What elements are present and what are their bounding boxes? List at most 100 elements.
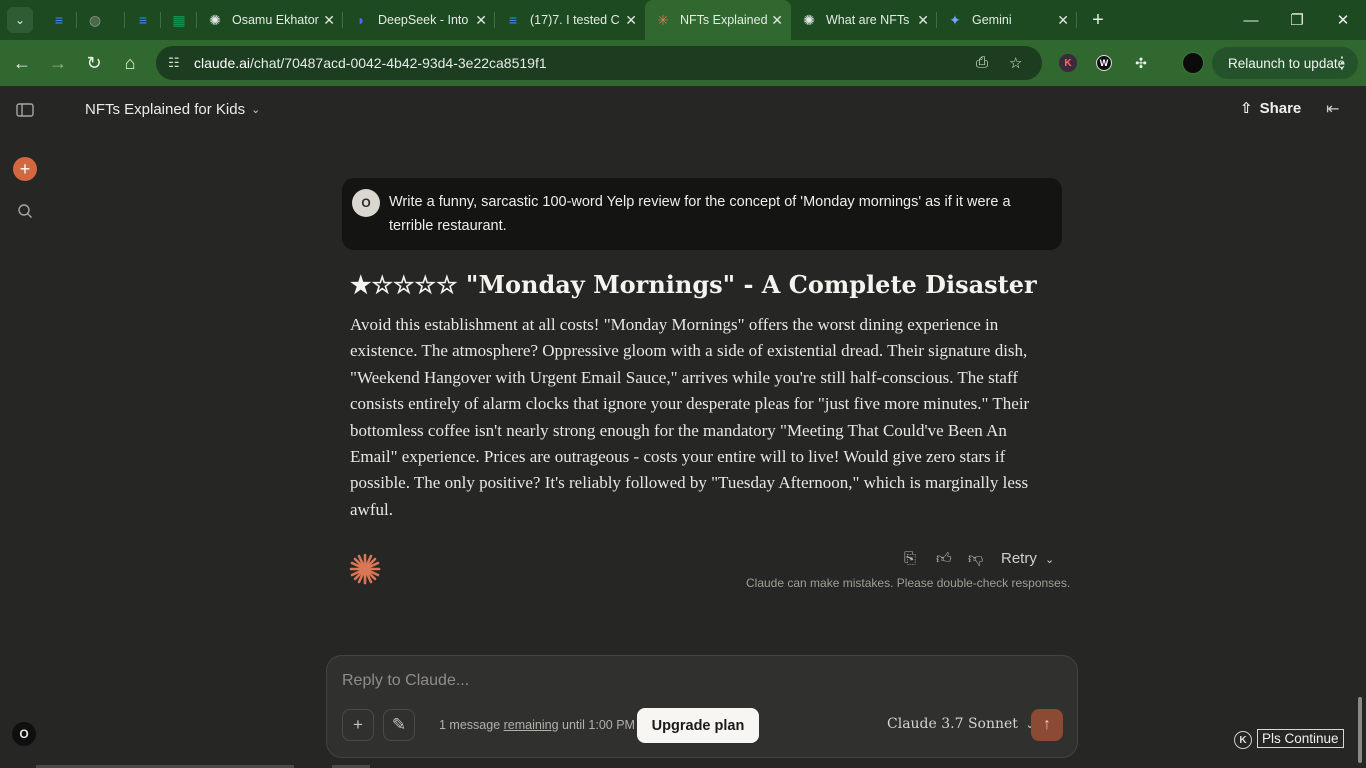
arrow-up-icon: ↑: [1043, 716, 1051, 733]
reply-input[interactable]: Reply to Claude...: [342, 672, 469, 690]
browser-tab[interactable]: ◗ DeepSeek - Into ✕: [343, 0, 495, 40]
plus-icon: +: [353, 715, 363, 734]
maximize-button[interactable]: ❐: [1274, 0, 1320, 40]
openai-icon: ✺: [209, 11, 221, 28]
profile-avatar-icon[interactable]: [1180, 50, 1206, 76]
home-icon: ⌂: [124, 52, 136, 73]
close-icon: ✕: [1336, 12, 1350, 29]
url-text[interactable]: claude.ai/chat/70487acd-0042-4b42-93d4-3…: [194, 55, 547, 71]
extension-w-icon[interactable]: W: [1091, 50, 1117, 76]
browser-tab[interactable]: ◍: [77, 0, 125, 40]
upgrade-plan-button[interactable]: Upgrade plan: [637, 708, 759, 743]
close-tab-icon[interactable]: ✕: [917, 12, 929, 29]
more-vert-icon: ⋮: [1334, 55, 1350, 72]
sidebar-toggle-button[interactable]: [12, 97, 38, 123]
new-chat-button[interactable]: +: [13, 157, 37, 181]
model-label: Claude 3.7 Sonnet: [887, 716, 1018, 732]
limit-suffix: until 1:00 PM: [562, 718, 635, 732]
chat-title: NFTs Explained for Kids: [85, 101, 246, 118]
browser-tab[interactable]: ≡ (17)7. I tested C ✕: [495, 0, 645, 40]
tab-search-button[interactable]: ⌄: [7, 7, 33, 33]
limit-prefix: 1 message: [439, 718, 501, 732]
share-button[interactable]: ⇧ Share: [1240, 99, 1302, 118]
arrow-left-icon: ←: [13, 52, 31, 73]
feather-icon: ✎: [391, 715, 407, 734]
bookmark-star-icon[interactable]: ☆: [1009, 54, 1022, 72]
browser-tab[interactable]: ≡: [41, 0, 77, 40]
user-message: O Write a funny, sarcastic 100-word Yelp…: [342, 178, 1062, 250]
close-tab-icon[interactable]: ✕: [1057, 12, 1069, 29]
close-window-button[interactable]: ✕: [1320, 0, 1366, 40]
attach-button[interactable]: +: [342, 709, 374, 741]
browser-tab[interactable]: ✦ Gemini ✕: [937, 0, 1077, 40]
home-button[interactable]: ⌂: [112, 45, 148, 81]
tab-title: NFTs Explained: [680, 13, 768, 27]
disclaimer-text: Claude can make mistakes. Please double-…: [746, 576, 1071, 590]
close-tab-icon[interactable]: ✕: [323, 12, 335, 29]
copy-button[interactable]: ⎘: [904, 550, 916, 567]
composer: Reply to Claude... + ✎ 1 message remaini…: [326, 655, 1078, 758]
tab-title: Gemini: [972, 13, 1012, 27]
browser-tab[interactable]: ▦: [161, 0, 197, 40]
copy-icon: ⎘: [904, 550, 917, 567]
k-extension-badge[interactable]: K: [1234, 731, 1252, 749]
extensions-puzzle-icon[interactable]: ✣: [1128, 50, 1154, 76]
relaunch-button[interactable]: Relaunch to update ⋮: [1212, 47, 1358, 79]
scrollbar[interactable]: [1358, 697, 1362, 763]
thumbs-up-icon: 👍︎: [936, 550, 952, 567]
continue-button[interactable]: Pls Continue: [1257, 729, 1344, 748]
search-icon: [18, 204, 32, 218]
tab-title: DeepSeek - Into: [378, 13, 469, 27]
openai-icon: ✺: [803, 11, 815, 28]
model-selector[interactable]: Claude 3.7 Sonnet ⌄: [887, 716, 1035, 732]
tab-title: (17)7. I tested C: [530, 13, 620, 27]
avatar-initial: O: [19, 727, 29, 741]
browser-tab[interactable]: ✺ Osamu Ekhator ✕: [197, 0, 343, 40]
restore-icon: ❐: [1290, 12, 1304, 29]
minimize-icon: —: [1243, 11, 1259, 29]
user-message-text: Write a funny, sarcastic 100-word Yelp r…: [389, 194, 1011, 234]
close-tab-icon[interactable]: ✕: [625, 12, 637, 29]
style-button[interactable]: ✎: [383, 709, 415, 741]
new-tab-button[interactable]: +: [1083, 5, 1113, 35]
extension-k-icon[interactable]: K: [1055, 50, 1081, 76]
site-info-icon[interactable]: ☷: [168, 55, 184, 71]
chat-title-dropdown[interactable]: NFTs Explained for Kids ⌄: [85, 101, 260, 118]
browser-tab[interactable]: ✺ What are NFTs ✕: [791, 0, 937, 40]
relaunch-label: Relaunch to update: [1228, 55, 1346, 71]
address-bar[interactable]: ☷ claude.ai/chat/70487acd-0042-4b42-93d4…: [156, 46, 1042, 80]
collapse-panel-button[interactable]: ⇤: [1326, 99, 1339, 119]
collapse-icon: ⇤: [1326, 101, 1340, 118]
user-message-avatar: O: [352, 189, 380, 217]
forward-button[interactable]: →: [40, 45, 76, 81]
deepseek-icon: ◗: [356, 12, 366, 28]
share-label: Share: [1259, 99, 1302, 117]
send-button[interactable]: ↑: [1031, 709, 1063, 741]
thumbs-up-button[interactable]: 👍︎: [936, 550, 952, 568]
upgrade-label: Upgrade plan: [651, 717, 745, 734]
response-body: Avoid this establishment at all costs! "…: [350, 315, 1030, 519]
reload-button[interactable]: ↻: [76, 45, 112, 81]
close-tab-icon[interactable]: ✕: [475, 12, 487, 29]
minimize-button[interactable]: —: [1228, 0, 1274, 40]
user-avatar[interactable]: O: [12, 722, 36, 746]
docs-icon: ≡: [508, 12, 518, 28]
arrow-right-icon: →: [49, 52, 67, 73]
retry-button[interactable]: Retry ⌄: [1001, 550, 1054, 567]
back-button[interactable]: ←: [4, 45, 40, 81]
claude-icon: ✳: [657, 11, 669, 28]
thumbs-down-button[interactable]: 👎︎: [968, 550, 983, 568]
tab-strip: ⌄ ≡ ◍ ≡ ▦ ✺ Osamu Ekhator ✕ ◗ DeepSeek - Into ✕ ≡ (…: [0, 0, 1366, 40]
tab-title: What are NFTs: [826, 13, 910, 27]
chevron-down-icon: ⌄: [1045, 554, 1055, 566]
browser-tab[interactable]: ✳ NFTs Explained ✕: [645, 0, 791, 40]
remaining-link[interactable]: remaining: [504, 718, 559, 732]
search-chats-button[interactable]: [12, 198, 38, 224]
tab-list: ≡ ◍ ≡ ▦ ✺ Osamu Ekhator ✕ ◗ DeepSeek - Into ✕ ≡ (17…: [41, 0, 1077, 40]
install-app-icon[interactable]: ⎙: [976, 54, 988, 71]
browser-tab[interactable]: ≡: [125, 0, 161, 40]
message-limit: 1 message remaining until 1:00 PM: [439, 718, 635, 732]
reload-icon: ↻: [86, 52, 102, 73]
chevron-down-icon: ⌄: [251, 104, 261, 116]
close-tab-icon[interactable]: ✕: [771, 12, 783, 29]
